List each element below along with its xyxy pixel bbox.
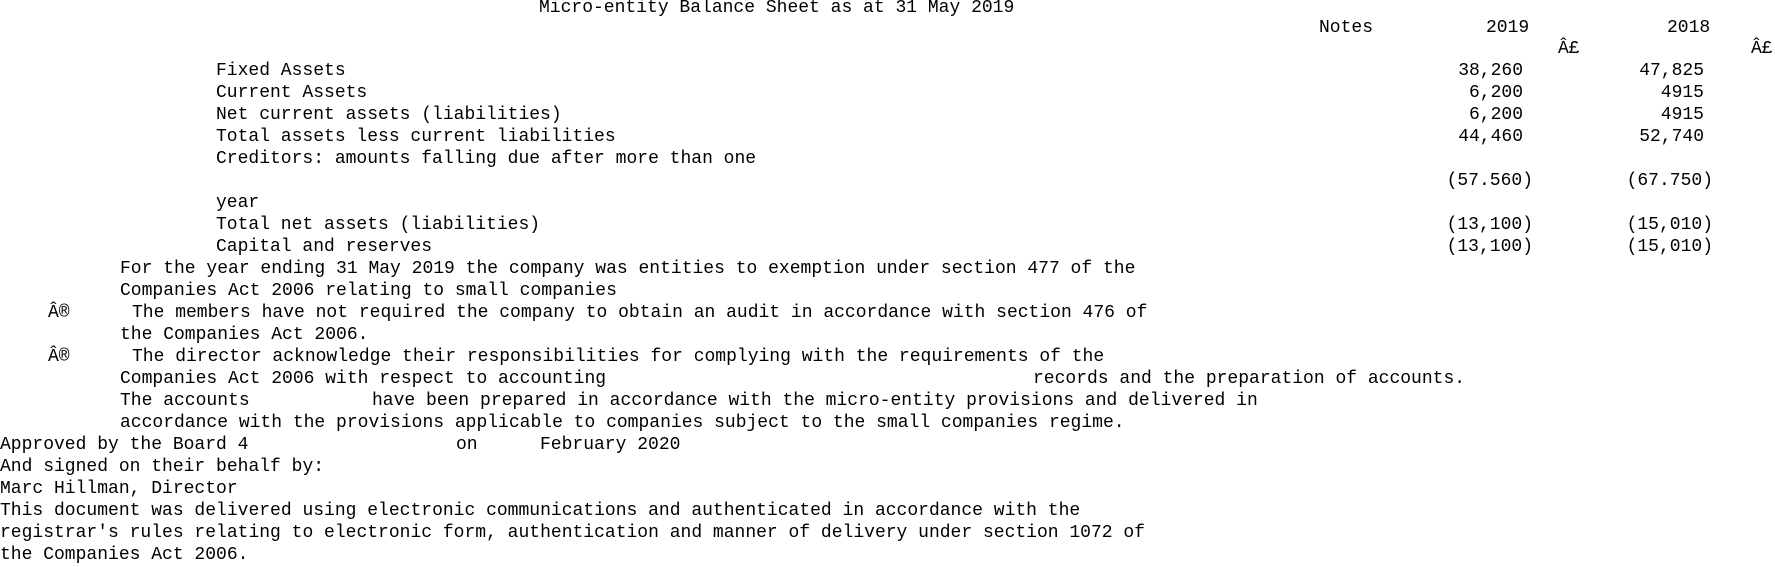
- row-label-total-assets-less-current-liabilities: Total assets less current liabilities: [216, 127, 616, 147]
- director-statement-line-1: The director acknowledge their responsib…: [132, 347, 1105, 367]
- exemption-statement-line-2: Companies Act 2006 relating to small com…: [120, 281, 617, 301]
- row-value-prior: 47,825: [1639, 61, 1704, 81]
- row-value-current: 6,200: [1468, 83, 1523, 103]
- page-title: Micro-entity Balance Sheet as at 31 May …: [539, 0, 1015, 18]
- row-value-current: 44,460: [1458, 127, 1523, 147]
- footer-line-3: the Companies Act 2006.: [0, 545, 249, 565]
- row-value-current: (13,100): [1446, 215, 1533, 235]
- year-current-header: 2019: [1486, 18, 1530, 38]
- signed-on-behalf-line: And signed on their behalf by:: [0, 457, 325, 477]
- approval-line-a: Approved by the Board 4: [0, 435, 249, 455]
- director-statement-line-2a: Companies Act 2006 with respect to accou…: [120, 369, 607, 389]
- currency-prior-symbol: Â£: [1751, 39, 1773, 59]
- row-value-current: 6,200: [1468, 105, 1523, 125]
- approval-line-b: on: [456, 435, 478, 455]
- audit-statement-line-1: The members have not required the compan…: [132, 303, 1148, 323]
- accounts-statement-line-2: accordance with the provisions applicabl…: [120, 413, 1125, 433]
- row-label-current-assets: Current Assets: [216, 83, 368, 103]
- row-value-current: (13,100): [1446, 237, 1533, 257]
- row-label-total-net-assets: Total net assets (liabilities): [216, 215, 541, 235]
- bullet-symbol: Â®: [48, 303, 70, 323]
- row-value-current: 38,260: [1458, 61, 1523, 81]
- document-page: { "title": "Micro-entity Balance Sheet a…: [0, 0, 1775, 567]
- row-label-capital-and-reserves: Capital and reserves: [216, 237, 433, 257]
- row-label-net-current-assets: Net current assets (liabilities): [216, 105, 562, 125]
- accounts-statement-line-1a: The accounts: [120, 391, 250, 411]
- notes-column-header: Notes: [1319, 18, 1374, 38]
- row-value-prior: 4915: [1660, 105, 1704, 125]
- signatory-name: Marc Hillman, Director: [0, 479, 238, 499]
- bullet-symbol: Â®: [48, 347, 70, 367]
- exemption-statement-line-1: For the year ending 31 May 2019 the comp…: [120, 259, 1136, 279]
- row-value-prior: (67.750): [1626, 171, 1713, 191]
- accounts-statement-line-1b: have been prepared in accordance with th…: [372, 391, 1258, 411]
- row-value-prior: (15,010): [1626, 237, 1713, 257]
- row-value-prior: (15,010): [1626, 215, 1713, 235]
- row-label-creditors: Creditors: amounts falling due after mor…: [216, 149, 757, 169]
- approval-line-c: February 2020: [540, 435, 681, 455]
- year-prior-header: 2018: [1667, 18, 1711, 38]
- currency-current-symbol: Â£: [1558, 39, 1580, 59]
- footer-line-2: registrar's rules relating to electronic…: [0, 523, 1145, 543]
- row-value-current: (57.560): [1446, 171, 1533, 191]
- row-label-fixed-assets: Fixed Assets: [216, 61, 346, 81]
- director-statement-line-2b: records and the preparation of accounts.: [1033, 369, 1466, 389]
- row-value-prior: 4915: [1660, 83, 1704, 103]
- audit-statement-line-2: the Companies Act 2006.: [120, 325, 369, 345]
- footer-line-1: This document was delivered using electr…: [0, 501, 1081, 521]
- row-label-creditors-continued: year: [216, 193, 260, 213]
- row-value-prior: 52,740: [1639, 127, 1704, 147]
